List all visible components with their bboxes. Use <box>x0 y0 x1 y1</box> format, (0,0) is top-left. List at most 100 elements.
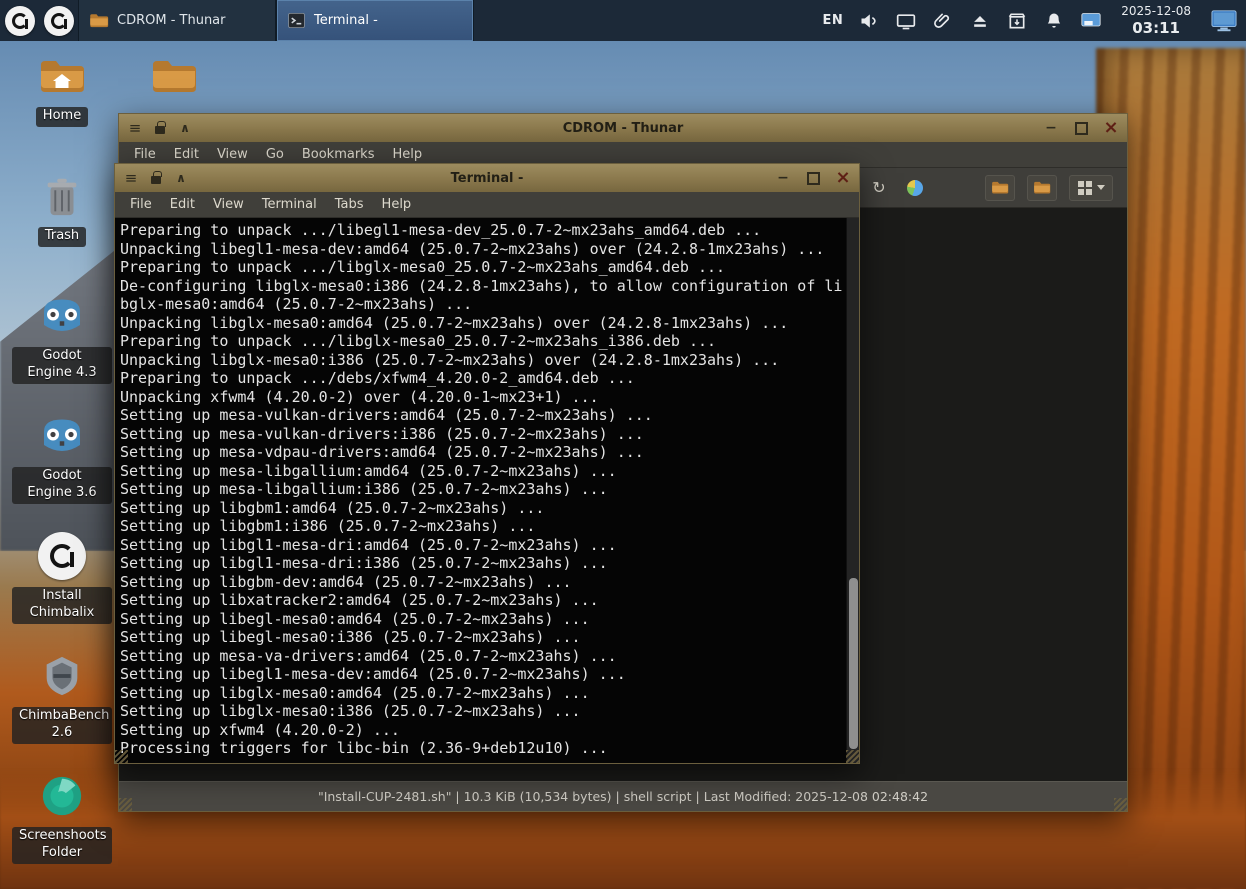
terminal-line: Unpacking libglx-mesa0:amd64 (25.0.7-2~m… <box>120 313 789 332</box>
folder-icon <box>1034 181 1051 194</box>
system-tray: EN 2025-12-08 03:11 <box>822 0 1246 41</box>
menu-file[interactable]: File <box>121 194 161 215</box>
desktop-icon-label: Home <box>35 107 89 127</box>
terminal-line: Setting up libglx-mesa0:i386 (25.0.7-2~m… <box>120 702 581 720</box>
software-update-icon[interactable] <box>1006 10 1028 32</box>
terminal-line: Setting up xfwm4 (4.20.0-2) ... <box>120 720 400 739</box>
menu-go[interactable]: Go <box>257 144 293 165</box>
resize-grip[interactable] <box>846 750 859 763</box>
view-switcher-button[interactable] <box>1069 174 1113 201</box>
terminal-line: Setting up libgbm1:amd64 (25.0.7-2~mx23a… <box>120 498 545 517</box>
menu-view[interactable]: View <box>204 194 253 215</box>
maximize-button[interactable] <box>805 170 821 186</box>
desktop-icon-label: Trash <box>37 227 87 247</box>
sticky-lock-icon[interactable] <box>151 171 162 184</box>
new-window-button[interactable] <box>1027 174 1057 201</box>
close-button[interactable] <box>835 170 851 186</box>
terminal-line: Setting up libxatracker2:amd64 (25.0.7-2… <box>120 591 599 609</box>
desktop-icon-folder[interactable] <box>128 52 220 100</box>
desktop-icon-godot-4[interactable]: Godot Engine 4.3 <box>12 292 112 384</box>
desktop-icon-chimbabench[interactable]: ChimbaBench 2.6 <box>12 652 112 744</box>
app-menu-button-2[interactable] <box>39 0 78 41</box>
desktop-icon-label: Godot Engine 4.3 <box>12 347 112 384</box>
desktop-icon-install-chimbalix[interactable]: Install Chimbalix <box>12 532 112 624</box>
desktop-icon-home[interactable]: Home <box>12 52 112 127</box>
terminal-line: Setting up mesa-vulkan-drivers:amd64 (25… <box>120 406 653 424</box>
terminal-line: Preparing to unpack .../libglx-mesa0_25.… <box>120 258 726 276</box>
close-button[interactable] <box>1103 120 1119 136</box>
desktop-icon-label: Install Chimbalix <box>12 587 112 624</box>
minimize-button[interactable] <box>1043 120 1059 136</box>
terminal-content[interactable]: Preparing to unpack .../libegl1-mesa-dev… <box>115 218 859 763</box>
minimize-button[interactable] <box>775 170 791 186</box>
thunar-titlebar[interactable]: CDROM - Thunar <box>119 114 1127 142</box>
menu-edit[interactable]: Edit <box>161 194 204 215</box>
terminal-line: Setting up libgl1-mesa-dri:amd64 (25.0.7… <box>120 535 617 554</box>
taskbar-item-thunar[interactable]: CDROM - Thunar <box>78 0 276 41</box>
menu-bookmarks[interactable]: Bookmarks <box>293 144 384 165</box>
terminal-titlebar[interactable]: Terminal - <box>115 164 859 192</box>
scrollbar-thumb[interactable] <box>848 577 858 750</box>
app-menu-button-1[interactable] <box>0 0 39 41</box>
terminal-line: Setting up mesa-vulkan-drivers:i386 (25.… <box>120 424 644 443</box>
terminal-line: Setting up libegl1-mesa-dev:amd64 (25.0.… <box>120 665 626 683</box>
sticky-lock-icon[interactable] <box>155 121 166 134</box>
terminal-line: Unpacking libglx-mesa0:i386 (25.0.7-2~mx… <box>120 350 780 369</box>
terminal-menubar: File Edit View Terminal Tabs Help <box>115 192 859 218</box>
desktop-icon-godot-3[interactable]: Godot Engine 3.6 <box>12 412 112 504</box>
resize-grip[interactable] <box>115 750 128 763</box>
home-folder-icon <box>38 52 86 100</box>
terminal-line: Setting up libegl-mesa0:i386 (25.0.7-2~m… <box>120 628 581 646</box>
menu-view[interactable]: View <box>208 144 257 165</box>
terminal-window: Terminal - File Edit View Terminal Tabs … <box>114 163 860 764</box>
shade-icon[interactable] <box>173 170 189 186</box>
eject-icon[interactable] <box>969 10 991 32</box>
desktop-icon-label: Screenshoots Folder <box>12 827 112 864</box>
menu-file[interactable]: File <box>125 144 165 165</box>
window-menu-icon[interactable] <box>123 170 139 186</box>
window-menu-icon[interactable] <box>127 120 143 136</box>
terminal-line: Setting up mesa-libgallium:i386 (25.0.7-… <box>120 480 608 498</box>
terminal-line: Unpacking xfwm4 (4.20.0-2) over (4.20.0-… <box>120 387 599 406</box>
taskbar-item-terminal[interactable]: Terminal - <box>276 0 474 41</box>
folder-icon <box>90 14 109 28</box>
terminal-line: Preparing to unpack .../debs/xfwm4_4.20.… <box>120 369 635 387</box>
desktop-icon-label: Godot Engine 3.6 <box>12 467 112 504</box>
notification-bell-icon[interactable] <box>1043 10 1065 32</box>
attachment-icon[interactable] <box>932 10 954 32</box>
new-tab-button[interactable] <box>985 174 1015 201</box>
display-settings-icon[interactable] <box>1080 10 1102 32</box>
panel-clock[interactable]: 2025-12-08 03:11 <box>1121 4 1191 36</box>
terminal-line: Setting up libegl-mesa0:amd64 (25.0.7-2~… <box>120 609 590 628</box>
menu-terminal[interactable]: Terminal <box>253 194 326 215</box>
reload-icon[interactable] <box>867 176 891 200</box>
volume-icon[interactable] <box>858 10 880 32</box>
maximize-button[interactable] <box>1073 120 1089 136</box>
terminal-line: Setting up libgbm1:i386 (25.0.7-2~mx23ah… <box>120 517 536 535</box>
shade-icon[interactable] <box>177 120 193 136</box>
desktop-icon-screenshots-folder[interactable]: Screenshoots Folder <box>12 772 112 864</box>
desktop-icon-trash[interactable]: Trash <box>12 172 112 247</box>
menu-edit[interactable]: Edit <box>165 144 208 165</box>
terminal-line: De-configuring libglx-mesa0:i386 (24.2.8… <box>120 276 843 295</box>
menu-help[interactable]: Help <box>373 194 421 215</box>
resize-grip[interactable] <box>119 798 132 811</box>
godot-engine-icon <box>38 292 86 340</box>
menu-help[interactable]: Help <box>383 144 431 165</box>
top-panel: CDROM - Thunar Terminal - EN 2025-12-08 … <box>0 0 1246 41</box>
screen-share-icon[interactable] <box>895 10 917 32</box>
chimbalix-installer-icon <box>38 532 86 580</box>
resize-grip[interactable] <box>1114 798 1127 811</box>
keyboard-layout-indicator[interactable]: EN <box>822 13 843 28</box>
panel-date: 2025-12-08 <box>1121 4 1191 19</box>
status-text: "Install-CUP-2481.sh" | 10.3 KiB (10,534… <box>317 789 929 804</box>
panel-time: 03:11 <box>1132 18 1180 37</box>
disk-usage-pie-icon[interactable] <box>903 176 927 200</box>
menu-tabs[interactable]: Tabs <box>326 194 373 215</box>
desktop: CDROM - Thunar Terminal - EN 2025-12-08 … <box>0 0 1246 889</box>
terminal-output: Preparing to unpack .../libegl1-mesa-dev… <box>120 221 843 763</box>
terminal-scrollbar[interactable] <box>846 218 859 763</box>
workspace-monitor-icon[interactable] <box>1210 8 1238 34</box>
taskbar-item-label: Terminal - <box>314 13 378 28</box>
terminal-line: Setting up mesa-va-drivers:amd64 (25.0.7… <box>120 646 617 665</box>
